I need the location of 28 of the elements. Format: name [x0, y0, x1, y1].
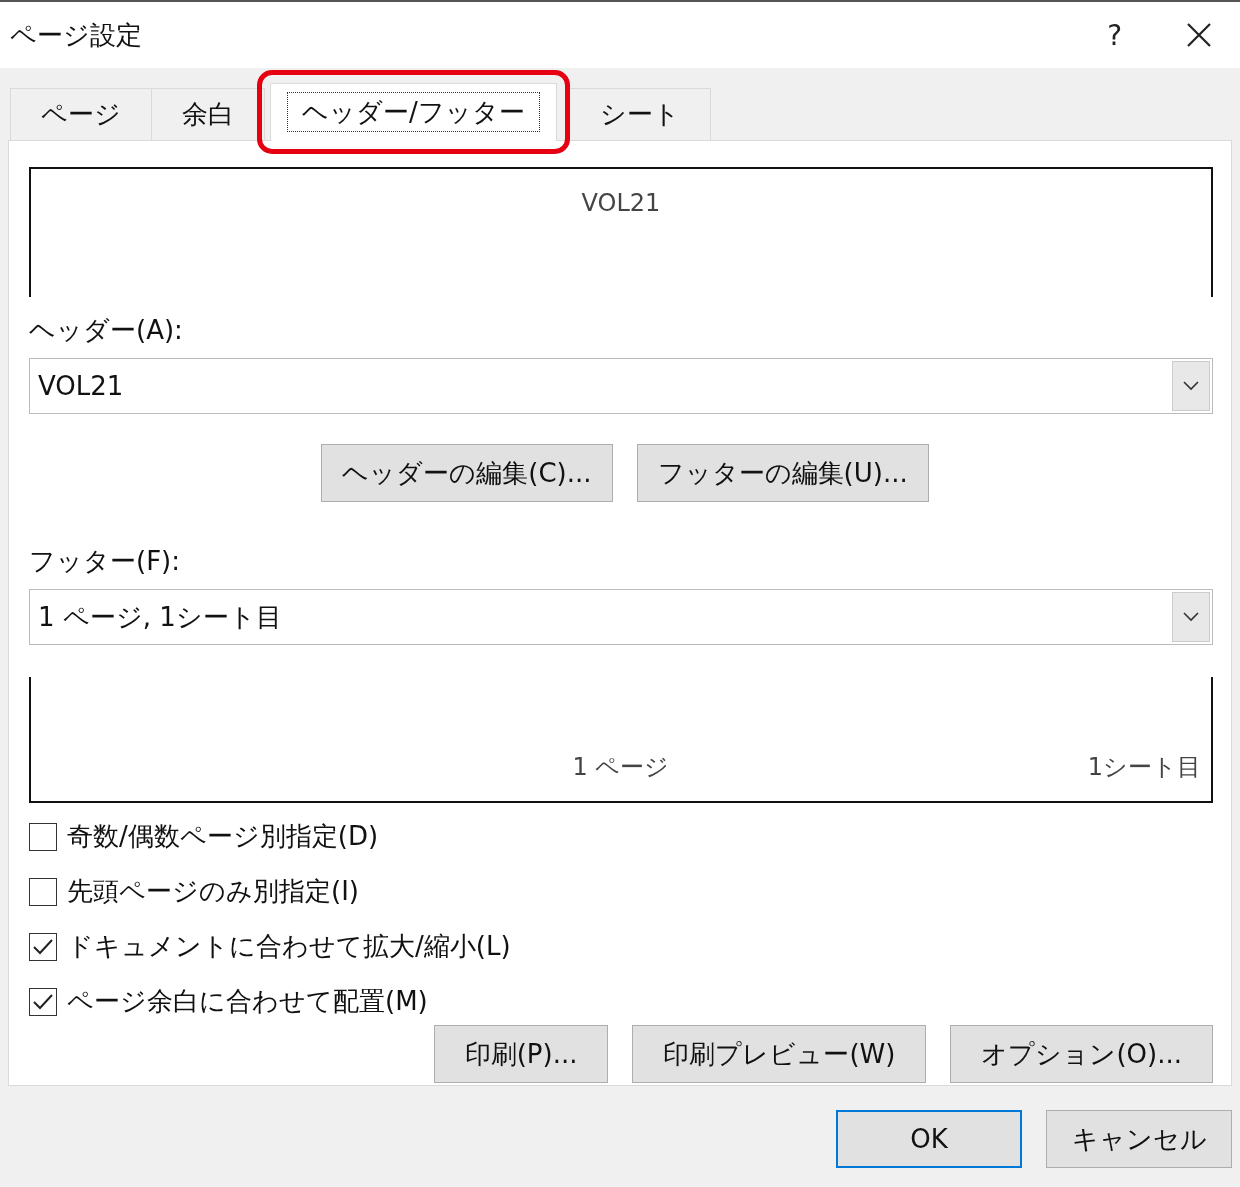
window-title: ページ設定 [10, 18, 143, 52]
panel-button[interactable]: 印刷(P)... [433, 1025, 609, 1083]
footer-dropdown[interactable]: 1 ページ, 1シート目 [29, 589, 1213, 645]
tab[interactable]: ページ [10, 88, 152, 140]
checkbox[interactable] [29, 932, 57, 961]
header-dropdown[interactable]: VOL21 [29, 358, 1213, 414]
ok-button[interactable]: OK [836, 1110, 1022, 1168]
edit-button[interactable]: フッターの編集(U)... [636, 444, 929, 502]
checkbox-label[interactable]: 奇数/偶数ページ別指定(D) [67, 819, 379, 854]
panel-button[interactable]: 印刷プレビュー(W) [632, 1025, 927, 1083]
header-label: ヘッダー(A): [29, 314, 183, 347]
edit-button[interactable]: ヘッダーの編集(C)... [321, 444, 613, 502]
help-button[interactable]: ? [1107, 18, 1122, 52]
header-preview-text: VOL21 [581, 189, 661, 217]
footer-preview-text: 1 ページ [572, 752, 670, 783]
footer-preview-text: 1シート目 [1087, 752, 1201, 783]
close-button[interactable] [1186, 22, 1212, 48]
checkbox[interactable] [29, 822, 57, 851]
tab[interactable]: シート [568, 88, 711, 140]
panel-button[interactable]: オプション(O)... [950, 1025, 1213, 1083]
checkbox[interactable] [29, 987, 57, 1016]
footer-label: フッター(F): [29, 545, 180, 578]
tab[interactable]: 余白 [151, 88, 265, 140]
checkbox-label[interactable]: ページ余白に合わせて配置(M) [67, 984, 428, 1019]
checkbox-label[interactable]: ドキュメントに合わせて拡大/縮小(L) [67, 929, 511, 964]
cancel-button[interactable]: キャンセル [1046, 1110, 1232, 1168]
checkbox-label[interactable]: 先頭ページのみ別指定(I) [67, 874, 359, 909]
checkbox[interactable] [29, 877, 57, 906]
